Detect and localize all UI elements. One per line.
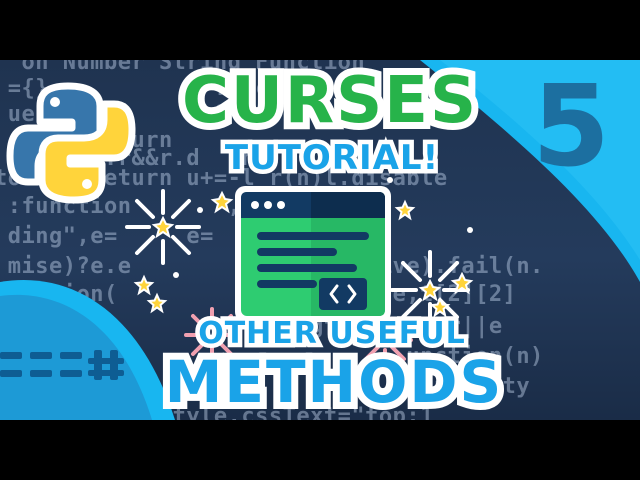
firework-icon: [125, 189, 201, 265]
sparkle-dot: [173, 272, 179, 278]
title-curses: CURSES: [175, 60, 483, 145]
sparkle-icon: [429, 296, 451, 318]
sparkle-icon: [394, 199, 416, 221]
code-window-icon: [235, 186, 391, 322]
sparkle-dot: [467, 227, 473, 233]
title-tutorial: TUTORIAL!: [220, 134, 442, 183]
sparkle-icon: [133, 274, 155, 296]
video-thumbnail: on Number String Function ={},c function…: [0, 60, 640, 420]
letterbox-frame: on Number String Function ={},c function…: [0, 0, 640, 480]
sparkle-icon: [146, 292, 168, 314]
subtitle-other-useful: OTHER USEFUL: [194, 312, 470, 356]
sparkle-icon: [210, 190, 234, 214]
sparkle-dot: [197, 207, 203, 213]
subtitle-methods: METHODS: [158, 341, 509, 420]
